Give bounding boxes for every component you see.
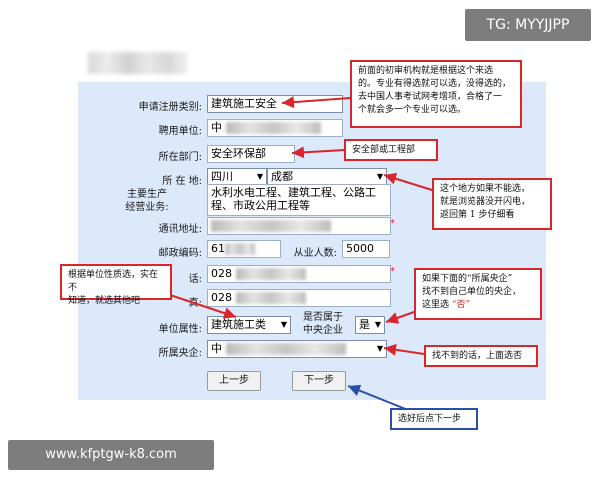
note-category-line: 个就会多一个专业可以选。 [358, 105, 467, 115]
website-watermark: www.kfptgw-k8.com [8, 440, 214, 470]
note-department: 安全部或工程部 [344, 139, 438, 161]
note-central-enterprise: 找不到的话，上面选否 [424, 345, 538, 367]
arrow-category [281, 96, 351, 109]
arrow-unit-type [169, 294, 237, 319]
arrow-central-enterprise [383, 343, 425, 356]
note-next-step: 选好后点下一步 [390, 408, 478, 430]
note-category: 前面的初审机构就是根据这个来选 的。专业有得选就可以选，没得选的， 去中国人事考… [350, 60, 522, 128]
note-is-central-line: 这里选 [422, 300, 452, 310]
arrow-location [383, 172, 433, 191]
note-is-central-line: 如果下面的“所属央企” [422, 274, 513, 284]
note-is-central-highlight: “否” [451, 300, 471, 310]
note-location-line: 这个地方如果不能选， [440, 184, 531, 194]
arrow-is-central [385, 311, 415, 324]
note-category-line: 前面的初审机构就是根据这个来选 [358, 66, 494, 76]
note-unit-type-line: 根据单位性质选，实在不 [68, 270, 159, 293]
note-is-central-line: 找不到自己单位的央企， [422, 287, 522, 297]
note-category-line: 的。专业有得选就可以选，没得选的， [358, 79, 512, 89]
note-unit-type-line: 知道，就选其他吧 [68, 296, 141, 306]
arrow-department [291, 146, 346, 159]
note-category-line: 去中国人事考试网考增项，合格了一 [358, 92, 503, 102]
arrow-next-step [347, 384, 409, 411]
note-unit-type: 根据单位性质选，实在不 知道，就选其他吧 [60, 264, 172, 306]
note-location-line: 返回第 1 步仔细看 [440, 210, 515, 220]
note-location-line: 就是浏览器没开闪电， [440, 197, 531, 207]
note-location: 这个地方如果不能选， 就是浏览器没开闪电， 返回第 1 步仔细看 [432, 178, 552, 230]
note-is-central: 如果下面的“所属央企” 找不到自己单位的央企， 这里选 “否” [414, 268, 542, 320]
